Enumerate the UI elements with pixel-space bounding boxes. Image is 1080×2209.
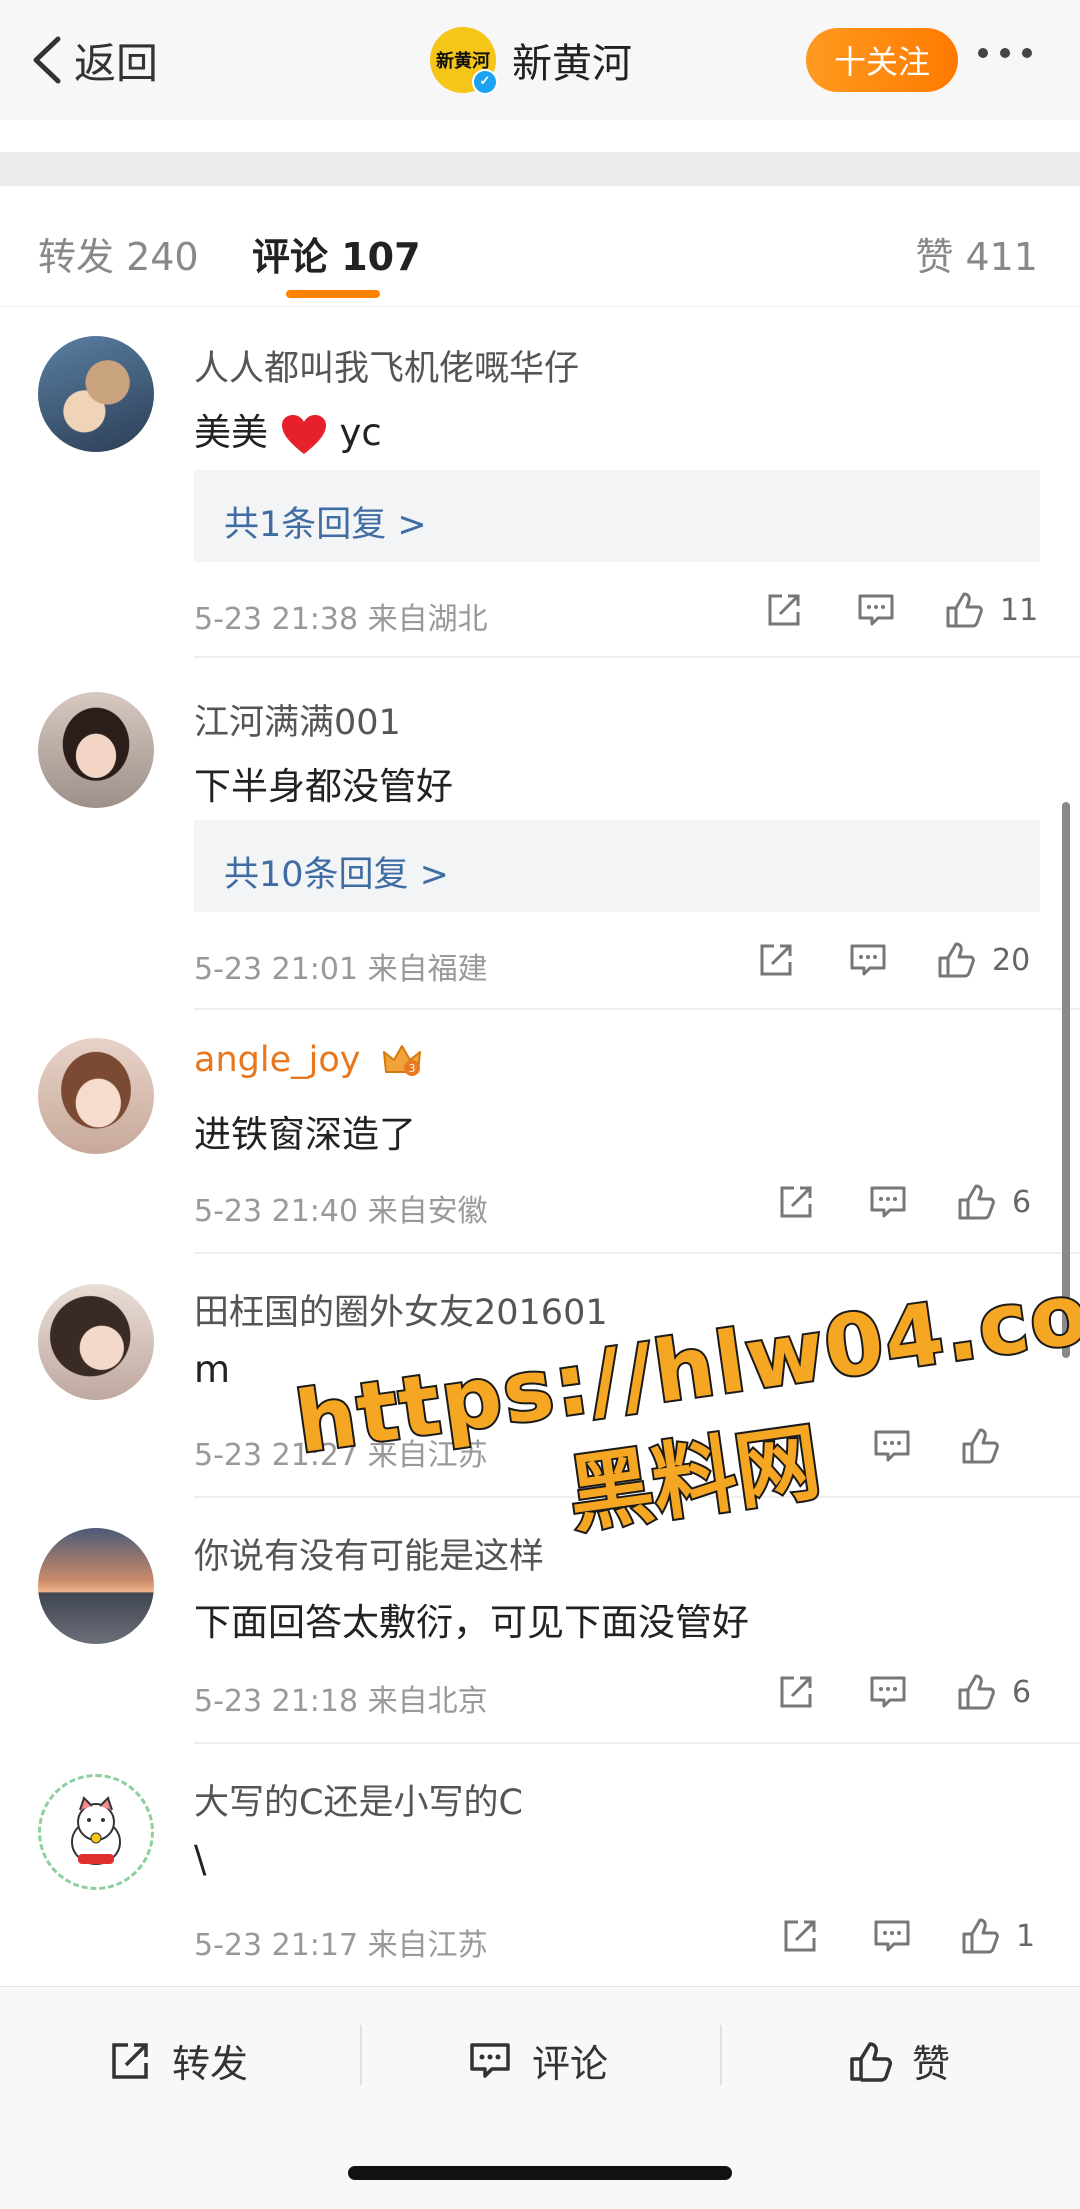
comment-item: angle_joy 3 进铁窗深造了 5-23 21:40 来自安徽 6 xyxy=(0,1010,1080,1254)
comment-icon[interactable] xyxy=(846,938,890,982)
top-nav-bar: 返回 新黄河 ✓ 新黄河 十关注 xyxy=(0,0,1080,120)
share-icon[interactable] xyxy=(774,1180,818,1224)
avatar[interactable] xyxy=(38,1774,154,1890)
comment-actions: 1 xyxy=(778,1914,1035,1958)
comment-meta: 5-23 21:17 来自江苏 xyxy=(194,1928,488,1963)
back-label: 返回 xyxy=(74,38,159,88)
comment-item: 人人都叫我飞机佬嘅华仔 美美 yc 共1条回复 > 5-23 21:38 来自湖… xyxy=(0,306,1080,660)
tab-bar: 转发 240 评论 107 赞 411 xyxy=(0,186,1080,307)
comment-text: 进铁窗深造了 xyxy=(194,1113,416,1156)
home-indicator[interactable] xyxy=(348,2166,732,2180)
comment-meta: 5-23 21:40 来自安徽 xyxy=(194,1194,488,1229)
comment-actions: 6 xyxy=(774,1670,1031,1714)
svg-text:3: 3 xyxy=(408,1062,415,1075)
like-count: 6 xyxy=(1012,1184,1032,1220)
comment-icon[interactable] xyxy=(854,588,898,632)
username-vip[interactable]: angle_joy 3 xyxy=(194,1040,422,1080)
red-heart-icon xyxy=(281,414,326,454)
share-icon[interactable] xyxy=(754,938,798,982)
account-header[interactable]: 新黄河 ✓ 新黄河 xyxy=(430,24,632,96)
comment-text-part: 美美 xyxy=(194,411,268,454)
comment-meta: 5-23 21:18 来自北京 xyxy=(194,1684,488,1719)
username[interactable]: 田枉国的圈外女友201601 xyxy=(194,1284,608,1335)
like-icon[interactable] xyxy=(934,938,978,982)
comment-actions: 20 xyxy=(754,938,1030,982)
avatar[interactable] xyxy=(38,1038,154,1154)
chevron-left-icon xyxy=(33,36,61,84)
comment-icon[interactable] xyxy=(870,1914,914,1958)
comment-button[interactable]: 评论 xyxy=(466,2033,608,2088)
like-count: 20 xyxy=(992,942,1031,978)
like-icon[interactable] xyxy=(958,1914,1002,1958)
comment-text: 美美 yc xyxy=(194,402,382,456)
account-logo: 新黄河 ✓ xyxy=(430,27,498,95)
divider xyxy=(194,656,1080,658)
comment-item: 大写的C还是小写的C \ 5-23 21:17 来自江苏 1 xyxy=(0,1744,1080,1986)
like-count: 1 xyxy=(1016,1918,1036,1954)
avatar[interactable] xyxy=(38,1528,154,1644)
avatar[interactable] xyxy=(38,336,154,452)
comment-icon[interactable] xyxy=(866,1180,910,1224)
tab-likes[interactable]: 赞 411 xyxy=(915,226,1038,281)
comment-text: 下面回答太敷衍，可见下面没管好 xyxy=(194,1601,749,1644)
share-icon[interactable] xyxy=(774,1670,818,1714)
like-label: 赞 xyxy=(912,2042,951,2086)
like-icon[interactable] xyxy=(954,1180,998,1224)
tab-comments[interactable]: 评论 107 xyxy=(252,226,421,281)
comment-label: 评论 xyxy=(532,2042,609,2086)
comment-text-part: yc xyxy=(339,411,382,454)
divider xyxy=(720,2025,722,2085)
username[interactable]: 大写的C还是小写的C xyxy=(194,1774,523,1825)
share-icon[interactable] xyxy=(778,1914,822,1958)
username[interactable]: 人人都叫我飞机佬嘅华仔 xyxy=(194,340,579,391)
replies-box[interactable]: 共10条回复 > xyxy=(194,820,1040,912)
like-icon[interactable] xyxy=(942,588,986,632)
comment-text: 下半身都没管好 xyxy=(194,765,453,808)
share-icon[interactable] xyxy=(762,588,806,632)
avatar[interactable] xyxy=(38,692,154,808)
back-button[interactable]: 返回 xyxy=(30,28,158,92)
comment-meta: 5-23 21:01 来自福建 xyxy=(194,952,488,987)
comment-item: 江河满满001 下半身都没管好 共10条回复 > 5-23 21:01 来自福建… xyxy=(0,660,1080,1010)
divider xyxy=(360,2025,362,2085)
section-gap xyxy=(0,152,1080,186)
tab-repost[interactable]: 转发 240 xyxy=(38,226,199,281)
username[interactable]: angle_joy xyxy=(194,1040,360,1080)
repost-label: 转发 xyxy=(172,2042,249,2086)
follow-button[interactable]: 十关注 xyxy=(806,28,958,92)
like-count: 6 xyxy=(1012,1674,1032,1710)
verified-badge-icon: ✓ xyxy=(472,69,498,95)
comment-actions: 11 xyxy=(762,588,1038,632)
comment-text: m xyxy=(194,1348,231,1391)
username[interactable]: 江河满满001 xyxy=(194,694,401,745)
vip-crown-icon: 3 xyxy=(382,1045,421,1076)
lucky-cat-icon xyxy=(71,1796,121,1865)
comment-text: \ xyxy=(194,1838,207,1881)
comment-icon[interactable] xyxy=(866,1670,910,1714)
repost-button[interactable]: 转发 xyxy=(106,2033,248,2088)
like-button[interactable]: 赞 xyxy=(846,2033,950,2088)
like-count: 11 xyxy=(1000,592,1039,628)
comment-meta: 5-23 21:38 来自湖北 xyxy=(194,602,488,637)
avatar[interactable] xyxy=(38,1284,154,1400)
active-tab-indicator xyxy=(286,290,380,298)
more-options-icon[interactable] xyxy=(978,48,1032,58)
like-icon xyxy=(850,2041,892,2082)
repost-icon xyxy=(112,2042,148,2079)
like-icon[interactable] xyxy=(954,1670,998,1714)
replies-box[interactable]: 共1条回复 > xyxy=(194,470,1040,562)
comment-actions: 6 xyxy=(774,1180,1031,1224)
account-name: 新黄河 xyxy=(512,41,632,87)
comment-icon xyxy=(470,2042,510,2078)
replies-link[interactable]: 共10条回复 > xyxy=(224,846,449,897)
replies-link[interactable]: 共1条回复 > xyxy=(224,496,427,547)
